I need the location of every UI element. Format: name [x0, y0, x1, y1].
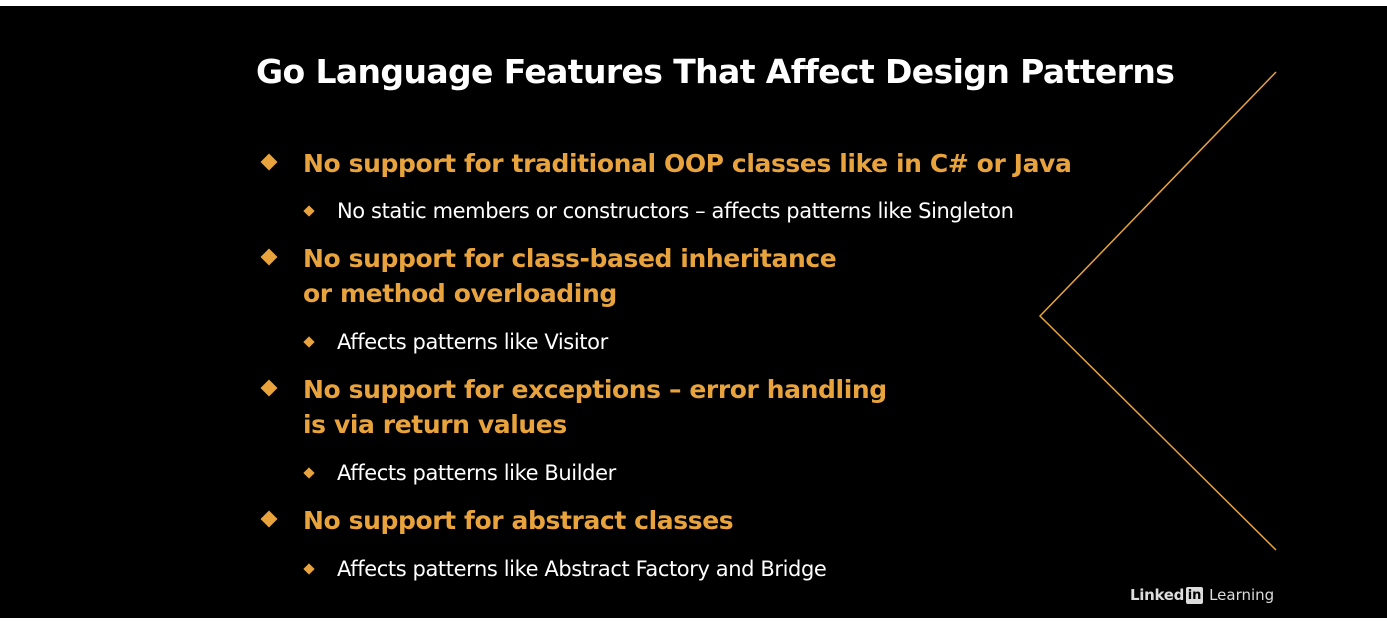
diamond-bullet-icon [260, 510, 278, 528]
sub-bullet-text: Affects patterns like Abstract Factory a… [337, 557, 827, 581]
chevron-line [1038, 71, 1277, 551]
sub-bullet-text: Affects patterns like Visitor [337, 330, 608, 354]
sub-bullet-builder: Affects patterns like Builder [303, 460, 616, 487]
chevron-decoration [1038, 71, 1277, 551]
bullet-no-oop-classes: No support for traditional OOP classes l… [260, 146, 1072, 181]
bullet-text: No support for traditional OOP classes l… [303, 146, 1072, 181]
bullet-line: is via return values [303, 410, 567, 439]
sub-bullet-text: No static members or constructors – affe… [337, 199, 1014, 223]
sub-bullet-text: Affects patterns like Builder [337, 461, 616, 485]
bullet-line: No support for abstract classes [303, 506, 734, 535]
sub-bullet-visitor: Affects patterns like Visitor [303, 329, 608, 356]
diamond-bullet-icon [260, 153, 278, 171]
sub-bullet-singleton: No static members or constructors – affe… [303, 198, 1014, 225]
bullet-no-abstract-classes: No support for abstract classes [260, 503, 734, 538]
diamond-bullet-icon [303, 205, 315, 217]
bullet-no-exceptions: No support for exceptions – error handli… [260, 372, 887, 442]
linkedin-learning-logo: Linked in Learning [1130, 586, 1274, 604]
logo-product: Learning [1209, 586, 1275, 604]
bullet-text: No support for class-based inheritance o… [303, 241, 837, 311]
diamond-bullet-icon [303, 563, 315, 575]
logo-wordmark: Linked [1130, 586, 1185, 604]
linkedin-in-icon: in [1186, 586, 1204, 604]
bullet-line: or method overloading [303, 279, 617, 308]
sub-bullet-abstract-factory: Affects patterns like Abstract Factory a… [303, 556, 827, 583]
slide: Go Language Features That Affect Design … [0, 6, 1387, 618]
diamond-bullet-icon [260, 248, 278, 266]
bullet-text: No support for exceptions – error handli… [303, 372, 887, 442]
diamond-bullet-icon [260, 379, 278, 397]
diamond-bullet-icon [303, 336, 315, 348]
bullet-text: No support for abstract classes [303, 503, 734, 538]
bullet-line: No support for class-based inheritance [303, 244, 837, 273]
bullet-line: No support for exceptions – error handli… [303, 375, 887, 404]
bullet-line: No support for traditional OOP classes l… [303, 149, 1072, 178]
diamond-bullet-icon [303, 467, 315, 479]
bullet-no-inheritance: No support for class-based inheritance o… [260, 241, 837, 311]
